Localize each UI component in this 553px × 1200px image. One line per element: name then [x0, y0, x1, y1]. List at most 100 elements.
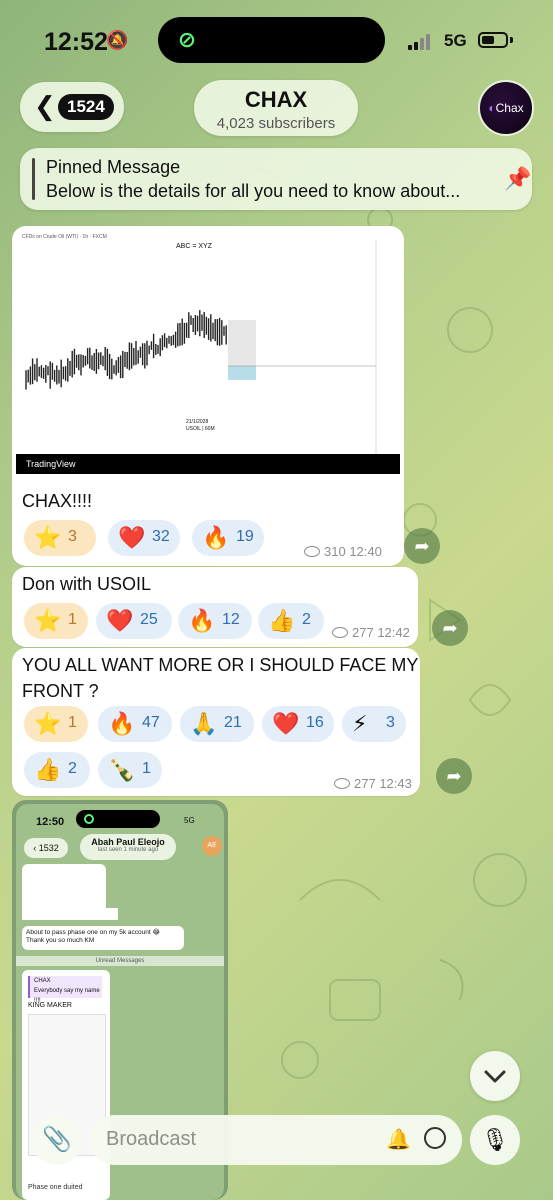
star-icon: ⭐	[34, 608, 62, 633]
chevron-left-icon: ❮	[34, 91, 56, 121]
heart-icon: ❤️	[106, 608, 134, 633]
app-activity-icon: ⊘	[177, 27, 197, 52]
star-icon: ⭐	[34, 525, 62, 550]
avatar-text: Chax	[495, 101, 524, 115]
reaction-star[interactable]: ⭐ 3	[24, 520, 96, 556]
view-count: 277	[354, 776, 376, 791]
microphone-icon: 🎙	[481, 1127, 509, 1152]
embedded-forward-text: KING MAKER	[28, 1002, 72, 1009]
chart-caption: 21/1/2028	[186, 419, 208, 425]
schedule-timer-icon[interactable]	[424, 1127, 446, 1149]
reaction-thumbs-up[interactable]: 👍 2	[258, 603, 324, 639]
view-count: 277	[352, 625, 374, 640]
heart-icon: ❤️	[272, 711, 300, 736]
reaction-heart[interactable]: ❤️ 25	[96, 603, 172, 639]
embedded-message: About to pass phase one on my 5k account…	[22, 926, 184, 950]
embedded-unread-divider: Unread Messages	[16, 956, 224, 966]
pinned-title: Pinned Message	[46, 157, 181, 177]
message-bubble[interactable]: CFDs on Crude Oil (WTI) · 1h · FXCM ABC …	[12, 226, 404, 566]
lightning-icon: ⚡	[352, 711, 368, 736]
embedded-caption: Phase one duited	[28, 1184, 83, 1191]
battery-tip	[510, 37, 513, 43]
reaction-star[interactable]: ⭐ 1	[24, 706, 88, 742]
embedded-time: 12:50	[36, 816, 65, 828]
message-time: 12:40	[349, 544, 382, 559]
chart-source: CFDs on Crude Oil (WTI) · 1h · FXCM	[22, 234, 107, 240]
reaction-thumbs-up[interactable]: 👍 2	[24, 752, 90, 788]
message-text: Don with USOIL	[22, 574, 152, 594]
battery-icon	[478, 32, 508, 48]
reaction-fire[interactable]: 🔥 47	[98, 706, 172, 742]
embedded-network: 5G	[184, 816, 195, 825]
embedded-island	[76, 810, 160, 828]
reaction-lightning[interactable]: ⚡ 3	[342, 706, 406, 742]
message-time: 12:42	[377, 625, 410, 640]
microphone-button[interactable]: 🎙	[470, 1115, 520, 1165]
message-meta: 277 12:43	[334, 776, 412, 791]
thumbs-up-icon: 👍	[268, 608, 296, 633]
fire-icon: 🔥	[202, 525, 230, 550]
message-text-line2: FRONT ?	[22, 681, 99, 701]
broadcast-input[interactable]: Broadcast 🔔	[90, 1115, 462, 1165]
share-button[interactable]: ➦	[436, 758, 472, 794]
candlestick-chart: CFDs on Crude Oil (WTI) · 1h · FXCM ABC …	[22, 234, 377, 454]
pin-list-icon[interactable]: 📌	[504, 166, 531, 192]
eye-icon	[304, 546, 320, 557]
dynamic-island: ⊘	[158, 17, 385, 63]
unread-count-badge: 1524	[58, 94, 114, 120]
subscriber-count: 4,023 subscribers	[216, 115, 336, 132]
reaction-fire[interactable]: 🔥 12	[178, 603, 252, 639]
champagne-icon: 🍾	[108, 757, 136, 782]
silent-bell-icon: 🔕	[106, 30, 129, 50]
eye-icon	[334, 778, 350, 789]
paperclip-icon: 📎	[42, 1126, 72, 1153]
message-text-line1: YOU ALL WANT MORE OR I SHOULD FACE MY	[22, 655, 419, 675]
status-bar: 12:52 🔕 ⊘ 5G	[0, 0, 553, 80]
thumbs-up-icon: 👍	[34, 757, 62, 782]
attach-button[interactable]: 📎	[32, 1115, 82, 1165]
share-button[interactable]: ➦	[432, 610, 468, 646]
pinned-text: Below is the details for all you need to…	[46, 181, 461, 201]
reaction-heart[interactable]: ❤️ 32	[108, 520, 180, 556]
message-meta: 277 12:42	[332, 625, 410, 640]
tradingview-footer: TradingView	[16, 454, 400, 474]
eye-icon	[332, 627, 348, 638]
star-icon: ⭐	[34, 711, 62, 736]
chart-image[interactable]: CFDs on Crude Oil (WTI) · 1h · FXCM ABC …	[16, 230, 400, 474]
chart-title: ABC = XYZ	[176, 243, 213, 250]
message-meta: 310 12:40	[304, 544, 382, 559]
embedded-forward: CHAX Everybody say my name !!!! KING MAKE…	[22, 970, 110, 1200]
reaction-star[interactable]: ⭐ 1	[24, 603, 88, 639]
message-bubble[interactable]: Don with USOIL ⭐ 1 ❤️ 25 🔥 12 👍 2 277 12:42	[12, 567, 418, 647]
view-count: 310	[324, 544, 346, 559]
signal-icon	[408, 34, 436, 50]
status-time: 12:52	[44, 28, 108, 56]
heart-icon: ❤️	[118, 525, 146, 550]
embedded-quote: CHAX Everybody say my name !!!!	[28, 976, 102, 1004]
message-time: 12:43	[379, 776, 412, 791]
embedded-back: ‹ 1532	[24, 838, 68, 858]
embedded-title: Abah Paul Eleojo last seen 1 minute ago	[80, 834, 176, 860]
fire-icon: 🔥	[188, 608, 216, 633]
pray-icon: 🙏	[190, 711, 218, 736]
reaction-pray[interactable]: 🙏 21	[180, 706, 254, 742]
reaction-champagne[interactable]: 🍾 1	[98, 752, 162, 788]
embedded-tabs	[22, 908, 118, 920]
message-bubble[interactable]: YOU ALL WANT MORE OR I SHOULD FACE MY FR…	[12, 648, 420, 796]
scroll-to-bottom-button[interactable]	[470, 1051, 520, 1101]
pinned-message-bar[interactable]: Pinned Message Below is the details for …	[20, 148, 532, 210]
channel-avatar[interactable]: ◐Chax	[478, 80, 534, 136]
embedded-avatar: AE	[202, 836, 222, 856]
notification-bell-icon[interactable]: 🔔	[386, 1127, 411, 1152]
share-button[interactable]: ➦	[404, 528, 440, 564]
network-label: 5G	[444, 31, 467, 50]
reaction-heart[interactable]: ❤️ 16	[262, 706, 334, 742]
channel-title-button[interactable]: CHAX 4,023 subscribers	[194, 80, 358, 136]
pinned-indicator	[32, 158, 35, 200]
back-button[interactable]: ❮ 1524	[20, 82, 124, 132]
chevron-down-icon	[484, 1070, 506, 1083]
message-text: CHAX!!!!	[22, 491, 93, 511]
input-placeholder: Broadcast	[106, 1128, 197, 1150]
fire-icon: 🔥	[108, 711, 136, 736]
reaction-fire[interactable]: 🔥 19	[192, 520, 264, 556]
